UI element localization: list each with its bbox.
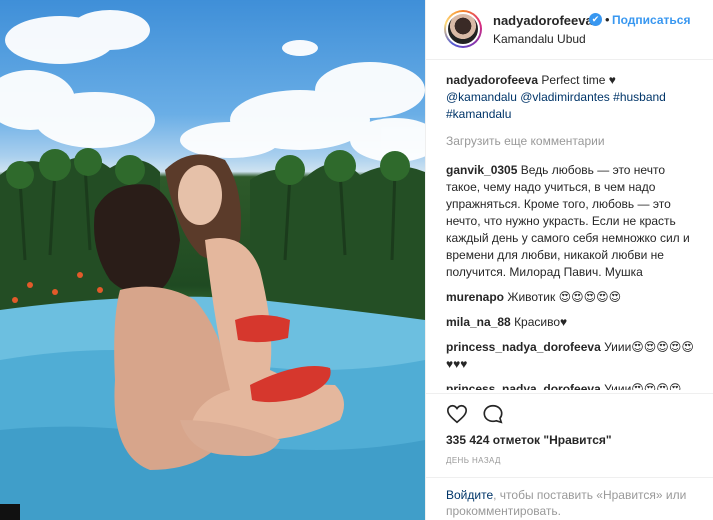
post-actions: 335 424 отметок "Нравится" ДЕНЬ НАЗАД [426, 393, 713, 484]
login-link[interactable]: Войдите [446, 488, 493, 502]
caption-tag[interactable]: @kamandalu [446, 90, 517, 104]
post-location[interactable]: Kamandalu Ubud [493, 32, 586, 46]
comment-item: murenapo Животик 😍😍😍😍😍 [446, 289, 698, 306]
corner-mark [0, 504, 20, 520]
comment-text: Ведь любовь — это нечто такое, чему надо… [446, 163, 690, 279]
likes-count[interactable]: 335 424 отметок "Нравится" [446, 433, 612, 447]
comment-item: princess_nadya_dorofeeva Уиии😍😍😍😍 [446, 381, 698, 390]
comment-username[interactable]: ganvik_0305 [446, 163, 517, 177]
caption: nadyadorofeeva Perfect time ♥ @kamandalu… [446, 72, 698, 123]
caption-tag[interactable]: #kamandalu [446, 107, 511, 121]
comment-item: ganvik_0305 Ведь любовь — это нечто тако… [446, 162, 698, 281]
login-prompt: Войдите, чтобы поставить «Нравится» или … [426, 477, 713, 520]
caption-tag[interactable]: @vladimirdantes [520, 90, 610, 104]
post-timestamp: ДЕНЬ НАЗАД [446, 456, 501, 465]
comment-username[interactable]: princess_nadya_dorofeeva [446, 382, 601, 390]
comment-item: princess_nadya_dorofeeva Уиии😍😍😍😍😍♥♥♥ [446, 339, 698, 373]
comment-item: mila_na_88 Красиво♥ [446, 314, 698, 331]
post-panel: nadyadorofeeva ✔ • Подписаться Kamandalu… [425, 0, 713, 520]
dot-separator: • [605, 12, 610, 27]
caption-username[interactable]: nadyadorofeeva [446, 73, 538, 87]
comment-bubble-icon[interactable] [482, 403, 504, 425]
heart-icon[interactable] [446, 403, 468, 425]
caption-tag[interactable]: #husband [613, 90, 666, 104]
caption-text: Perfect time ♥ [541, 73, 616, 87]
photo-illustration [0, 10, 425, 520]
comment-text: Красиво♥ [514, 315, 568, 329]
comment-username[interactable]: murenapo [446, 290, 504, 304]
comment-text: Уиии😍😍😍😍 [604, 382, 682, 390]
avatar-story-ring[interactable] [444, 10, 482, 48]
load-more-comments-button[interactable]: Загрузить еще комментарии [446, 133, 698, 150]
post-header: nadyadorofeeva ✔ • Подписаться Kamandalu… [426, 0, 713, 60]
post-photo[interactable] [0, 0, 425, 520]
comment-username[interactable]: mila_na_88 [446, 315, 511, 329]
comment-username[interactable]: princess_nadya_dorofeeva [446, 340, 601, 354]
comment-text: Животик 😍😍😍😍😍 [507, 290, 622, 304]
verified-icon: ✔ [589, 13, 602, 26]
author-username[interactable]: nadyadorofeeva [493, 13, 593, 28]
follow-button[interactable]: Подписаться [612, 13, 690, 27]
avatar[interactable] [446, 12, 480, 46]
comments-list[interactable]: nadyadorofeeva Perfect time ♥ @kamandalu… [446, 72, 698, 390]
